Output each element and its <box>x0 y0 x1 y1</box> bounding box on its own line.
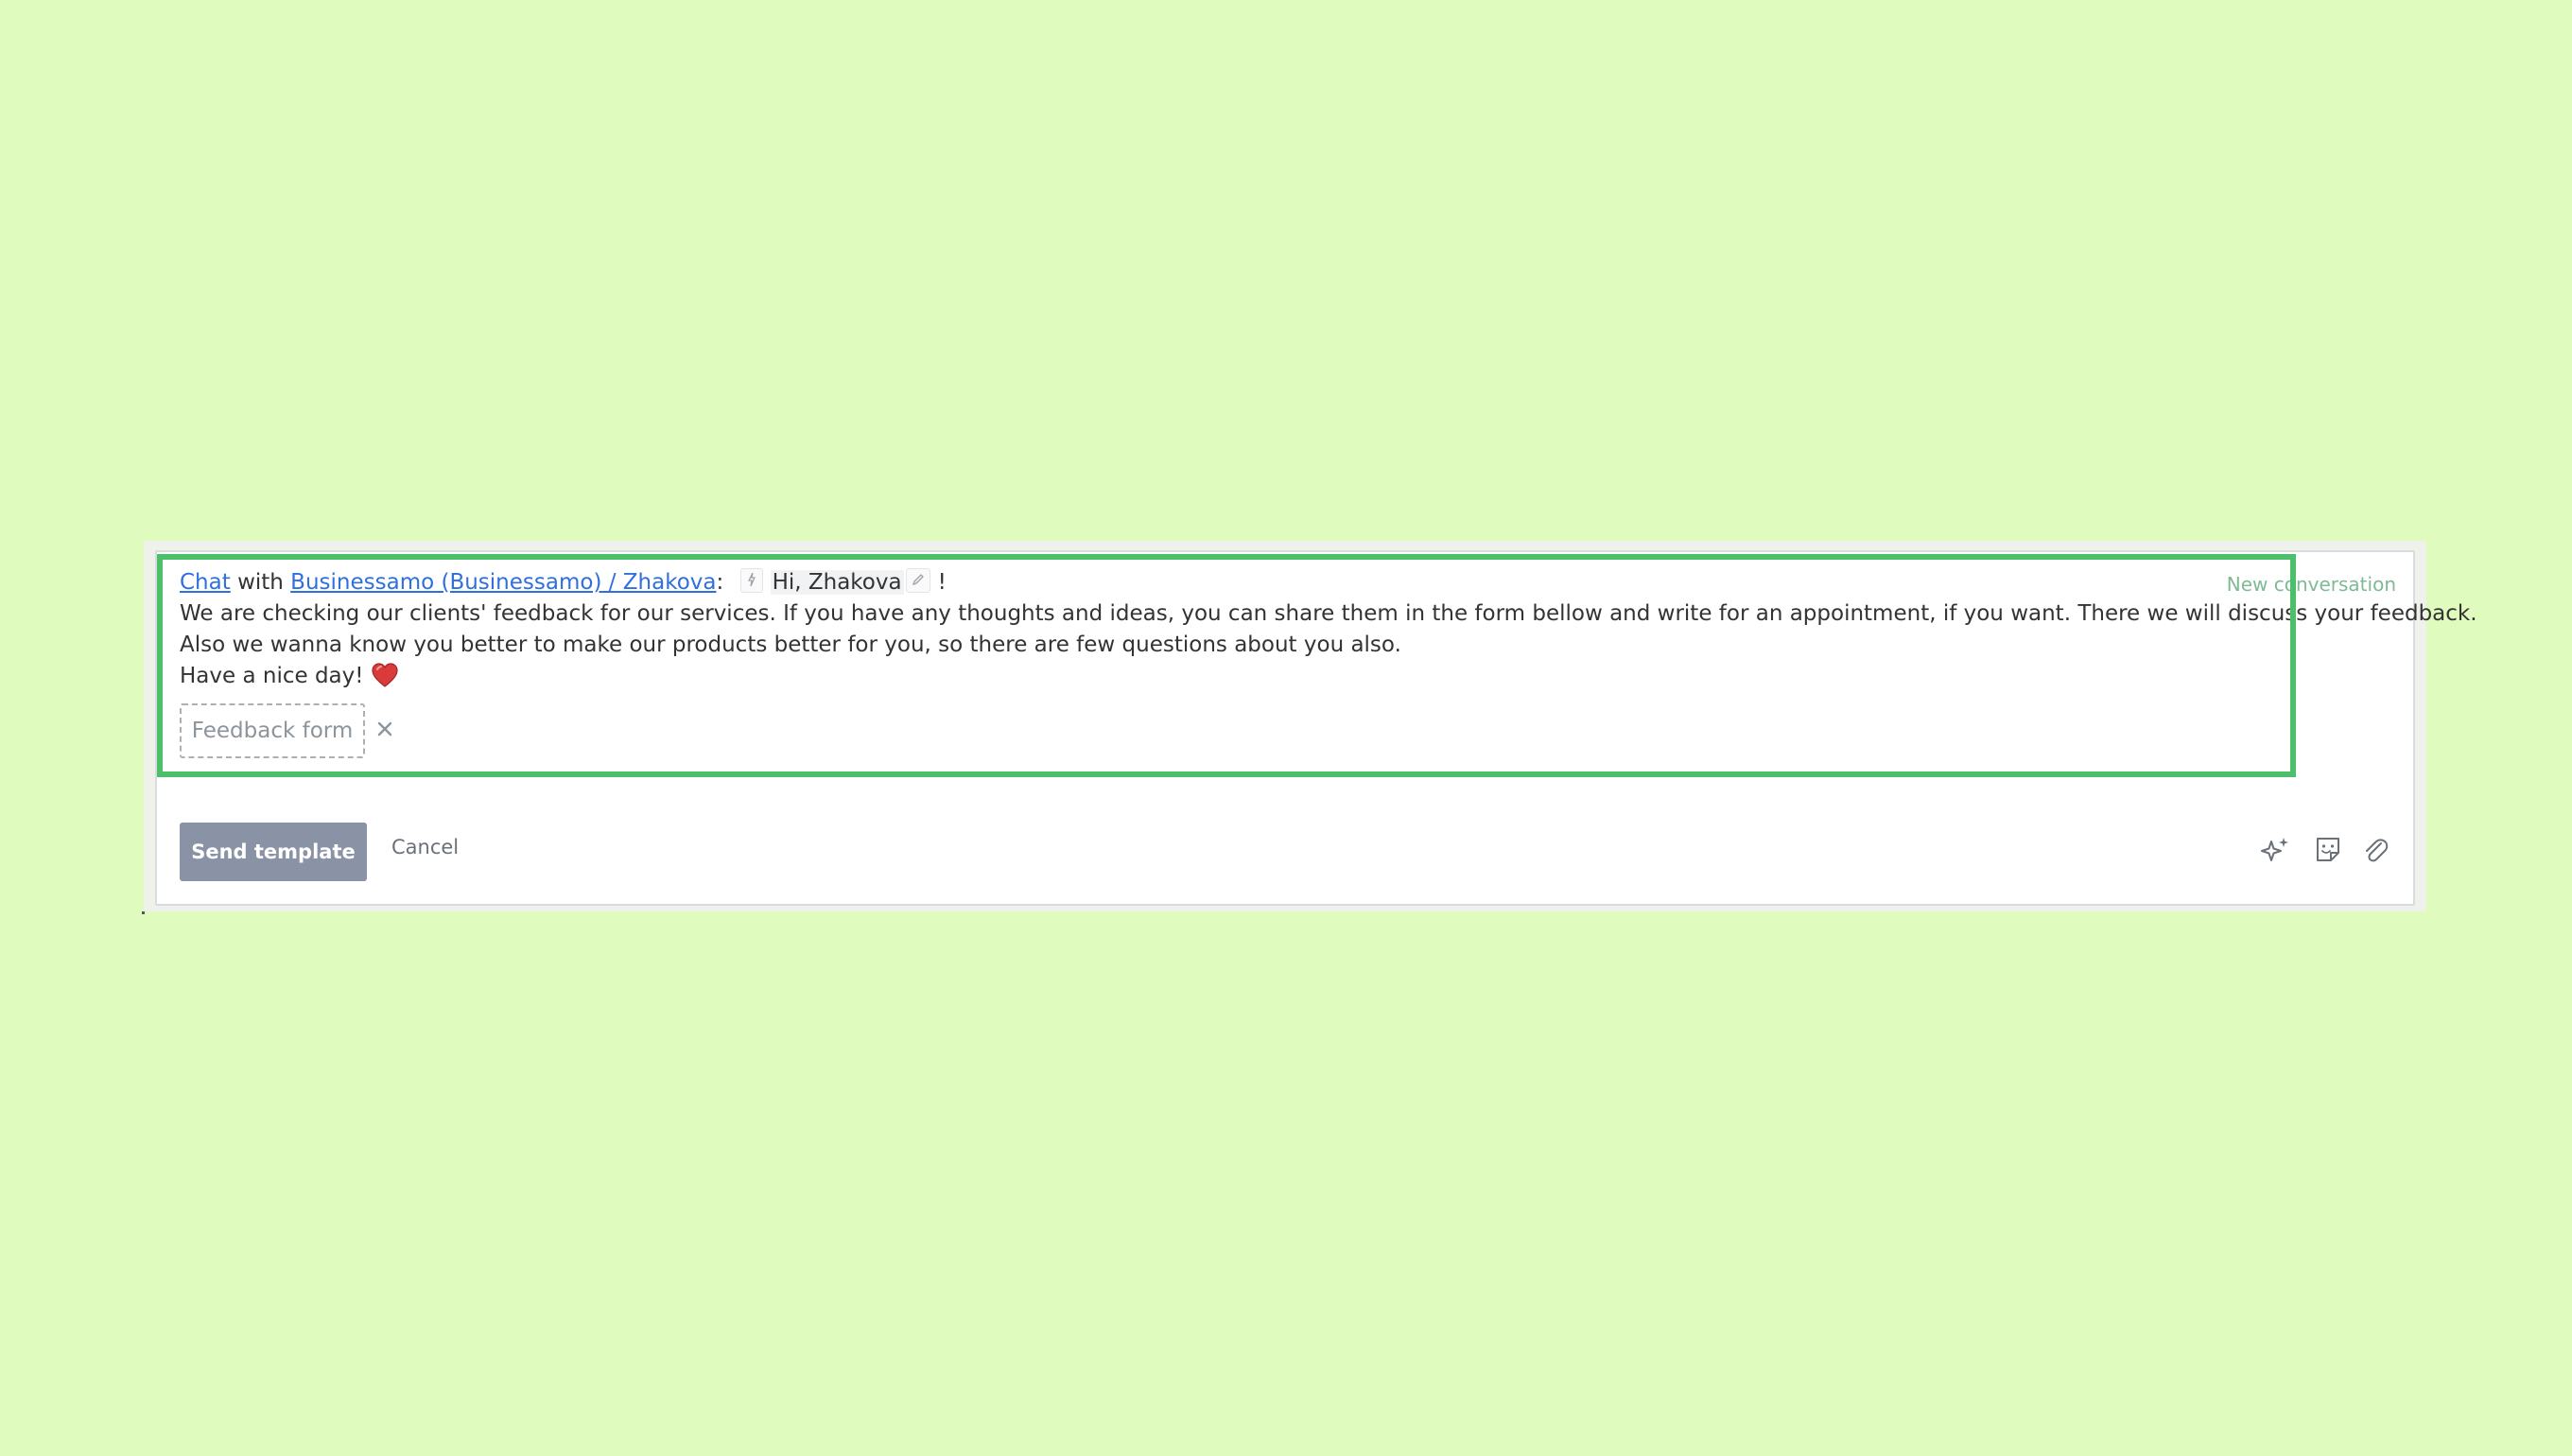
feedback-form-attachment[interactable]: Feedback form <box>180 703 365 758</box>
message-header: Chat with Businessamo (Businessamo) / Zh… <box>180 567 2298 598</box>
chat-link[interactable]: Chat <box>180 570 231 595</box>
heart-icon <box>371 662 399 698</box>
close-icon[interactable] <box>376 720 393 741</box>
sticker-icon[interactable] <box>2311 834 2345 868</box>
exclamation-text: ! <box>937 570 947 595</box>
variable-icon <box>739 568 763 593</box>
message-line-3: Have a nice day! <box>180 661 2298 692</box>
send-template-button[interactable]: Send template <box>180 823 367 881</box>
paperclip-icon[interactable] <box>2358 834 2392 868</box>
template-message: Chat with Businessamo (Businessamo) / Zh… <box>180 567 2477 692</box>
cancel-button[interactable]: Cancel <box>391 836 459 858</box>
message-line-1: We are checking our clients' feedback fo… <box>180 601 2477 626</box>
message-line-2: Also we wanna know you better to make ou… <box>180 633 1401 657</box>
greeting-variable: Hi, Zhakova <box>770 570 904 595</box>
stray-dot <box>142 911 145 914</box>
with-text: with <box>237 570 284 595</box>
colon-text: : <box>716 570 724 595</box>
contact-link[interactable]: Businessamo (Businessamo) / Zhakova <box>290 570 716 595</box>
edit-icon[interactable] <box>905 568 930 593</box>
sparkles-icon[interactable] <box>2258 834 2292 868</box>
closing-text: Have a nice day! <box>180 664 364 688</box>
new-conversation-link[interactable]: New conversation <box>2227 573 2396 596</box>
